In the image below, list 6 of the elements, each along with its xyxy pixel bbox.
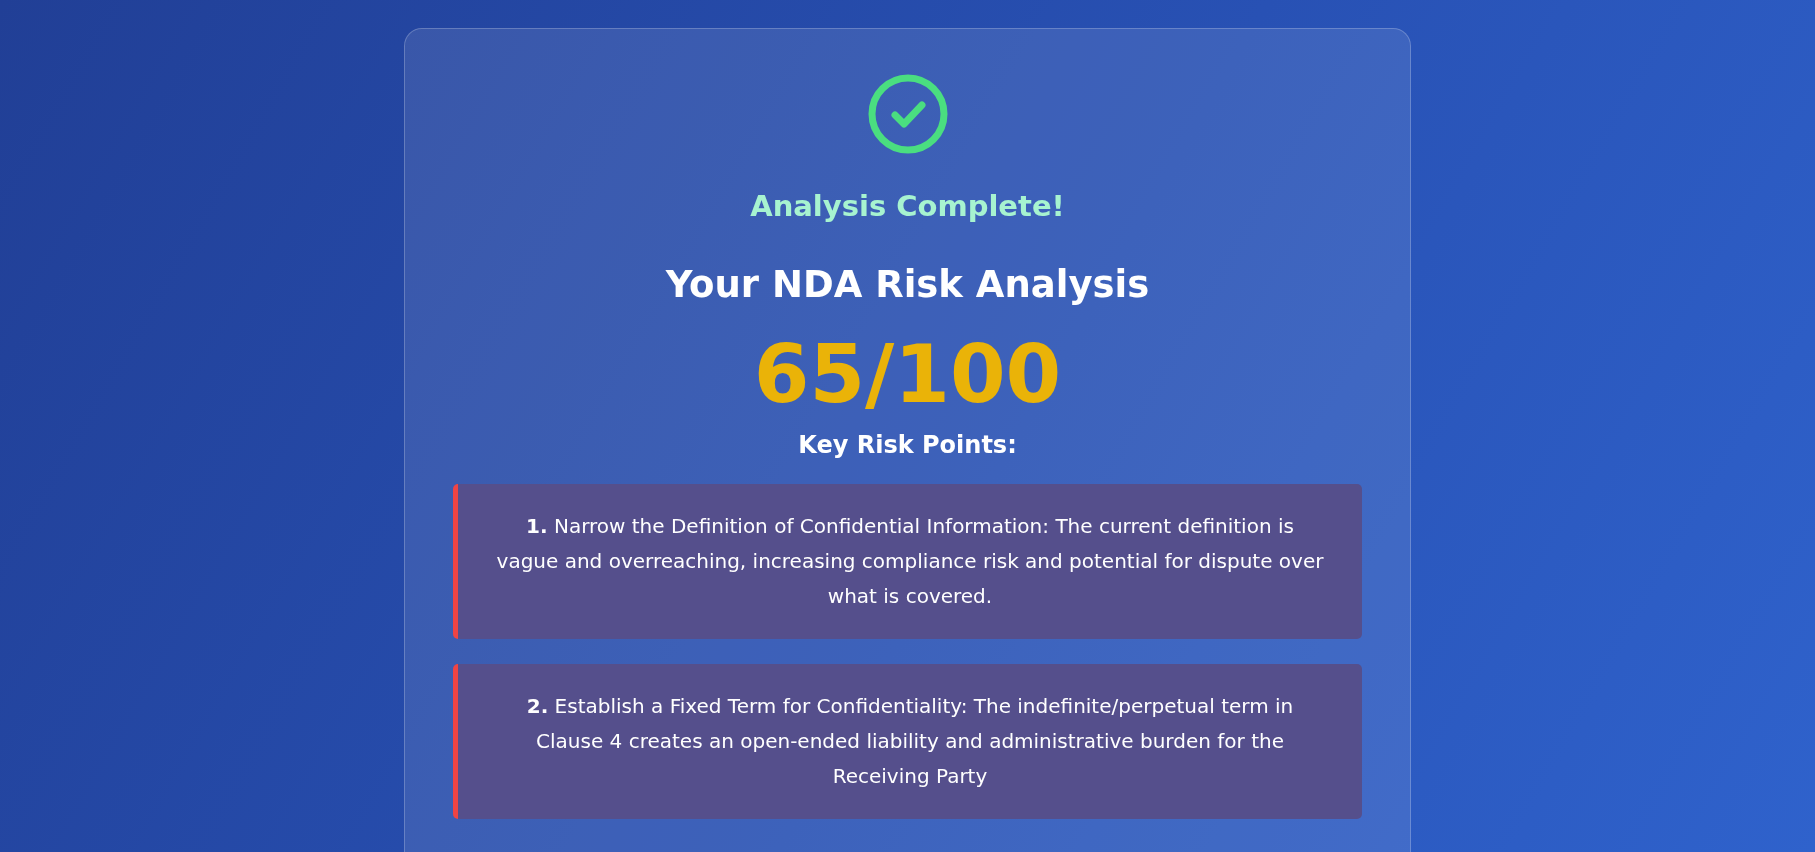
section-heading: Key Risk Points: xyxy=(798,430,1017,460)
status-message: Analysis Complete! xyxy=(750,188,1065,225)
risk-score: 65/100 xyxy=(753,330,1062,419)
page-title: Your NDA Risk Analysis xyxy=(665,262,1150,307)
risk-point: 1. Narrow the Definition of Confidential Information: The current definition is vague and overreaching, increasing compliance risk and potential for dispute over what is covered. xyxy=(453,483,1362,639)
risk-point: 2. Establish a Fixed Term for Confidentiality: The indefinite/perpetual term in Clause 4 creates an open-ended liability and administrative burden for the Receiving Party xyxy=(453,663,1362,819)
